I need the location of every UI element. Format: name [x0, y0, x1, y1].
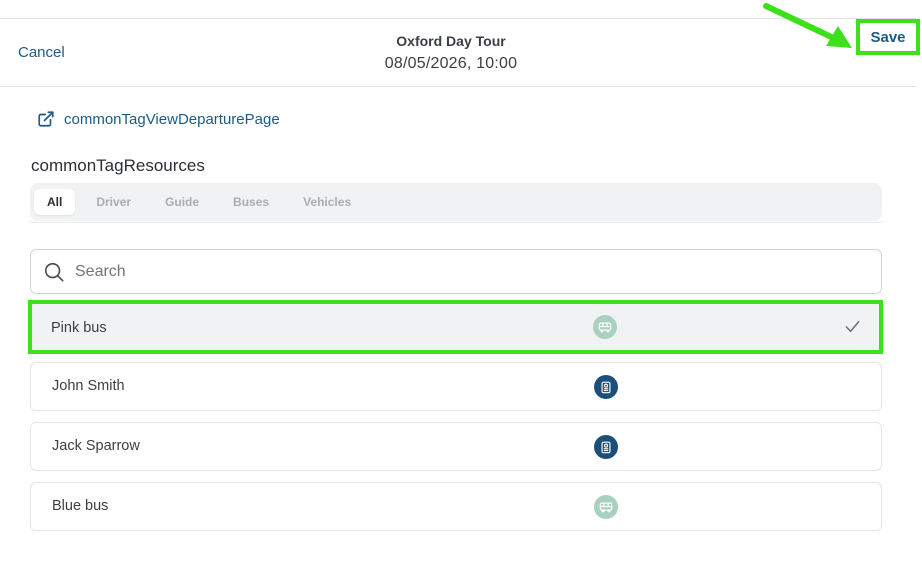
search-input[interactable] — [75, 262, 855, 281]
bus-icon — [594, 495, 618, 519]
resource-row-blue-bus[interactable]: Blue bus — [30, 482, 882, 531]
view-departure-link[interactable]: commonTagViewDeparturePage — [37, 110, 280, 128]
search-icon — [44, 262, 64, 282]
external-link-icon — [38, 111, 54, 127]
resource-name: Blue bus — [52, 498, 109, 514]
resources-title: commonTagResources — [31, 156, 205, 175]
resource-name: John Smith — [52, 378, 125, 394]
person-badge-icon — [594, 435, 618, 459]
resource-name: Pink bus — [51, 320, 107, 336]
resource-row-john-smith[interactable]: John Smith — [30, 362, 882, 411]
save-button[interactable]: Save — [856, 19, 920, 55]
resource-row-jack-sparrow[interactable]: Jack Sparrow — [30, 422, 882, 471]
tab-guide[interactable]: Guide — [152, 189, 212, 215]
tab-vehicles[interactable]: Vehicles — [290, 189, 364, 215]
save-label: Save — [870, 28, 906, 46]
tabs-divider — [30, 222, 882, 223]
departure-datetime: 08/05/2026, 10:00 — [384, 55, 518, 72]
checkmark-icon — [845, 321, 860, 332]
bus-icon — [593, 315, 617, 339]
tab-buses[interactable]: Buses — [220, 189, 282, 215]
resource-row-pink-bus[interactable]: Pink bus — [28, 300, 883, 354]
tab-driver[interactable]: Driver — [83, 189, 144, 215]
resource-name: Jack Sparrow — [52, 438, 140, 454]
tab-all[interactable]: All — [34, 189, 76, 215]
view-departure-link-label: commonTagViewDeparturePage — [64, 110, 280, 128]
search-box[interactable] — [30, 249, 882, 294]
annotation-arrow-icon — [763, 3, 852, 48]
resource-tabs: All Driver Guide Buses Vehicles — [30, 183, 882, 221]
person-badge-icon — [594, 375, 618, 399]
